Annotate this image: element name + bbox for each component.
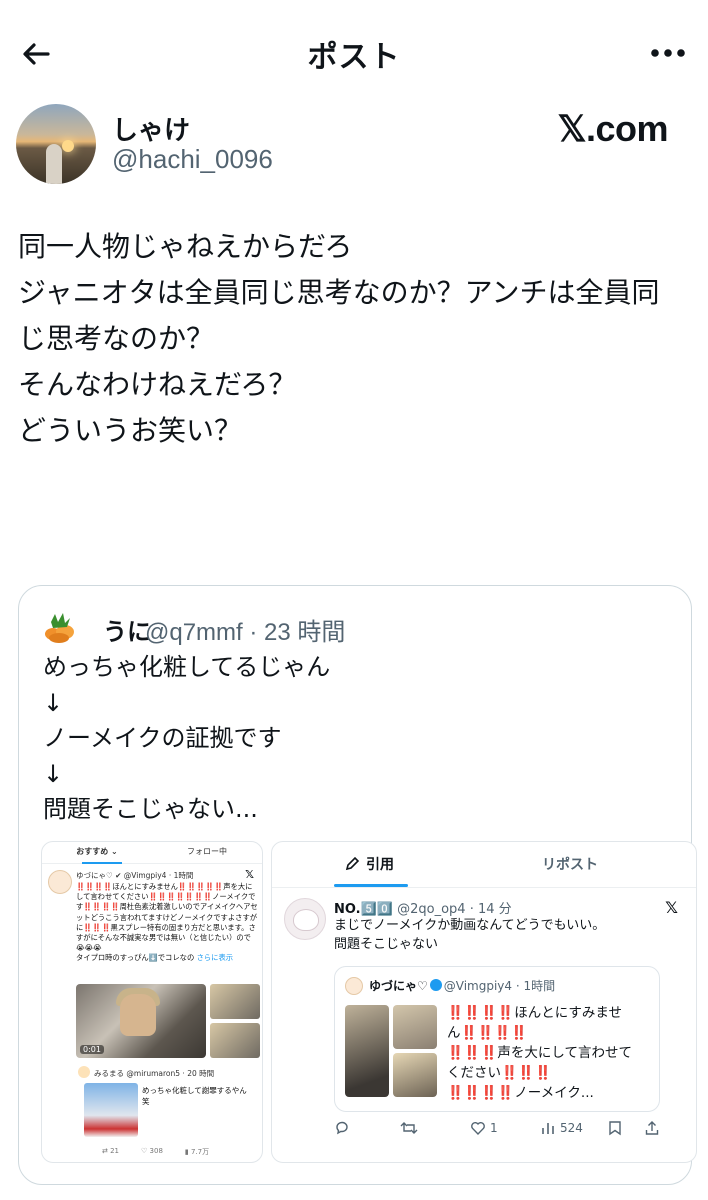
quote-author-name[interactable]: うに <box>103 612 151 647</box>
like-count: ♡ 308 <box>141 1147 163 1155</box>
like-count: 1 <box>490 1121 498 1135</box>
tab-quotes: 引用 <box>344 854 394 874</box>
tab-reposts: リポスト <box>542 857 598 873</box>
embedded-actions: 1 524 <box>334 1120 674 1144</box>
side-photo <box>210 984 260 1019</box>
verified-badge-icon <box>429 979 442 991</box>
inner-quoted-post: ゆづにゃ♡ @Vimgpiy4 · 1時間 ‼️‼️‼️‼️ほんとにすみません‼️… <box>334 966 660 1112</box>
tab-underline <box>334 884 408 887</box>
repost-count: ⇄ 21 <box>102 1147 120 1155</box>
reply-photo <box>84 1083 138 1137</box>
more-options-button[interactable] <box>648 38 688 68</box>
embedded-post-text: ‼️‼️‼️‼️ほんとにすみません‼️‼️‼️‼️‼️声を大にして言わせてくださ… <box>76 882 258 964</box>
show-more-link: さらに表示 <box>196 953 234 963</box>
share-icon <box>644 1120 660 1136</box>
post-line: じ思考なのか？ <box>18 322 215 355</box>
view-count: 524 <box>560 1121 583 1135</box>
inner-author-line: ゆづにゃ♡ @Vimgpiy4 · 1時間 <box>369 979 556 993</box>
x-logo-icon: 𝕏 <box>245 868 254 881</box>
post-line: 同一人物じゃねえからだろ <box>18 230 353 263</box>
quote-tabs: 引用 リポスト <box>272 842 696 888</box>
post-text: 同一人物じゃねえからだろ ジャニオタは全員同じ思考なのか？アンチは全員同 じ思考… <box>18 224 690 454</box>
cat-avatar <box>284 898 326 940</box>
embedded-author-line: NO.5️⃣0️⃣ @2qo_op4 · 14 分 <box>334 902 512 917</box>
cat-avatar <box>345 977 363 995</box>
x-logo-icon: 𝕏 <box>665 898 678 917</box>
page-title: ポスト <box>307 40 401 75</box>
inner-post-text: ‼️‼️‼️‼️ほんとにすみません‼️‼️‼️‼️ ‼️‼️‼️声を大にして言わ… <box>447 1005 633 1101</box>
author-avatar[interactable] <box>16 104 96 184</box>
quoted-post-card[interactable]: うに @q7mmf · 23 時間 めっちゃ化粧してるじゃん ↓ ノーメイクの証… <box>18 585 697 1185</box>
tab-following: フォロー中 <box>187 847 227 856</box>
video-thumbnail: 0:01 <box>76 984 206 1058</box>
tab-underline <box>82 862 122 864</box>
cat-face-shape <box>293 909 319 931</box>
face-shape <box>120 994 156 1036</box>
timeline-tabs: おすすめ ⌄ フォロー中 <box>42 842 262 864</box>
pencil-icon <box>345 856 360 871</box>
avatar-person-shape <box>46 144 62 184</box>
embedded-actions: ⇄ 21 ♡ 308 ▮ 7.7万 <box>102 1147 209 1157</box>
post-line: そんなわけねえだろ？ <box>18 368 297 401</box>
top-bar: ポスト <box>0 0 708 100</box>
author-display-name[interactable]: しゃけ <box>112 110 190 147</box>
like-button: 1 <box>470 1120 498 1136</box>
embedded-author-line: ゆづにゃ♡ ✔ @Vimgpiy4 · 1時間 <box>76 871 194 880</box>
embedded-post-text: まじでノーメイクか動画なんてどうでもいい。 問題そこじゃない <box>334 918 606 952</box>
repost-icon <box>400 1120 418 1136</box>
views-button: 524 <box>540 1120 583 1136</box>
author-handle[interactable]: @hachi_0096 <box>112 144 273 175</box>
embedded-body: ‼️‼️‼️‼️ほんとにすみません‼️‼️‼️‼️‼️声を大にして言わせてくださ… <box>76 882 258 963</box>
quote-author-meta[interactable]: @q7mmf · 23 時間 <box>145 612 345 647</box>
reply-icon <box>334 1120 350 1136</box>
x-com-logo: 𝕏.com <box>557 108 668 149</box>
post-line: どういうお笑い？ <box>18 414 243 447</box>
reply-text: めっちゃ化粧して謝罪するやん 笑 <box>142 1086 247 1106</box>
bar-chart-icon <box>542 1123 554 1134</box>
inner-photo <box>345 1005 389 1097</box>
inner-photo <box>393 1053 437 1097</box>
more-dots-icon <box>651 49 685 57</box>
post-line: ジャニオタは全員同じ思考なのか？アンチは全員同 <box>18 276 660 309</box>
reply-author-line: みるまる @mirumaron5 · 20 時間 <box>94 1069 215 1078</box>
inner-photo <box>393 1005 437 1049</box>
avatar-sun-shape <box>62 140 74 152</box>
reply-avatar <box>78 1066 90 1078</box>
quote-text: めっちゃ化粧してるじゃん ↓ ノーメイクの証拠です ↓ 問題そこじゃない... <box>43 653 331 823</box>
embedded-image-timeline[interactable]: おすすめ ⌄ フォロー中 ゆづにゃ♡ ✔ @Vimgpiy4 · 1時間 𝕏 ‼… <box>41 841 263 1163</box>
view-count: ▮ 7.7万 <box>184 1148 210 1156</box>
cat-avatar <box>48 870 72 894</box>
quote-avatar-icon <box>43 610 77 644</box>
tab-recommended: おすすめ ⌄ <box>76 847 118 856</box>
video-time: 0:01 <box>80 1045 104 1054</box>
heart-icon <box>471 1121 485 1136</box>
bookmark-icon <box>608 1120 622 1136</box>
embedded-image-quotes[interactable]: 引用 リポスト NO.5️⃣0️⃣ @2qo_op4 · 14 分 𝕏 まじでノ… <box>271 841 697 1163</box>
side-photo <box>210 1023 260 1058</box>
